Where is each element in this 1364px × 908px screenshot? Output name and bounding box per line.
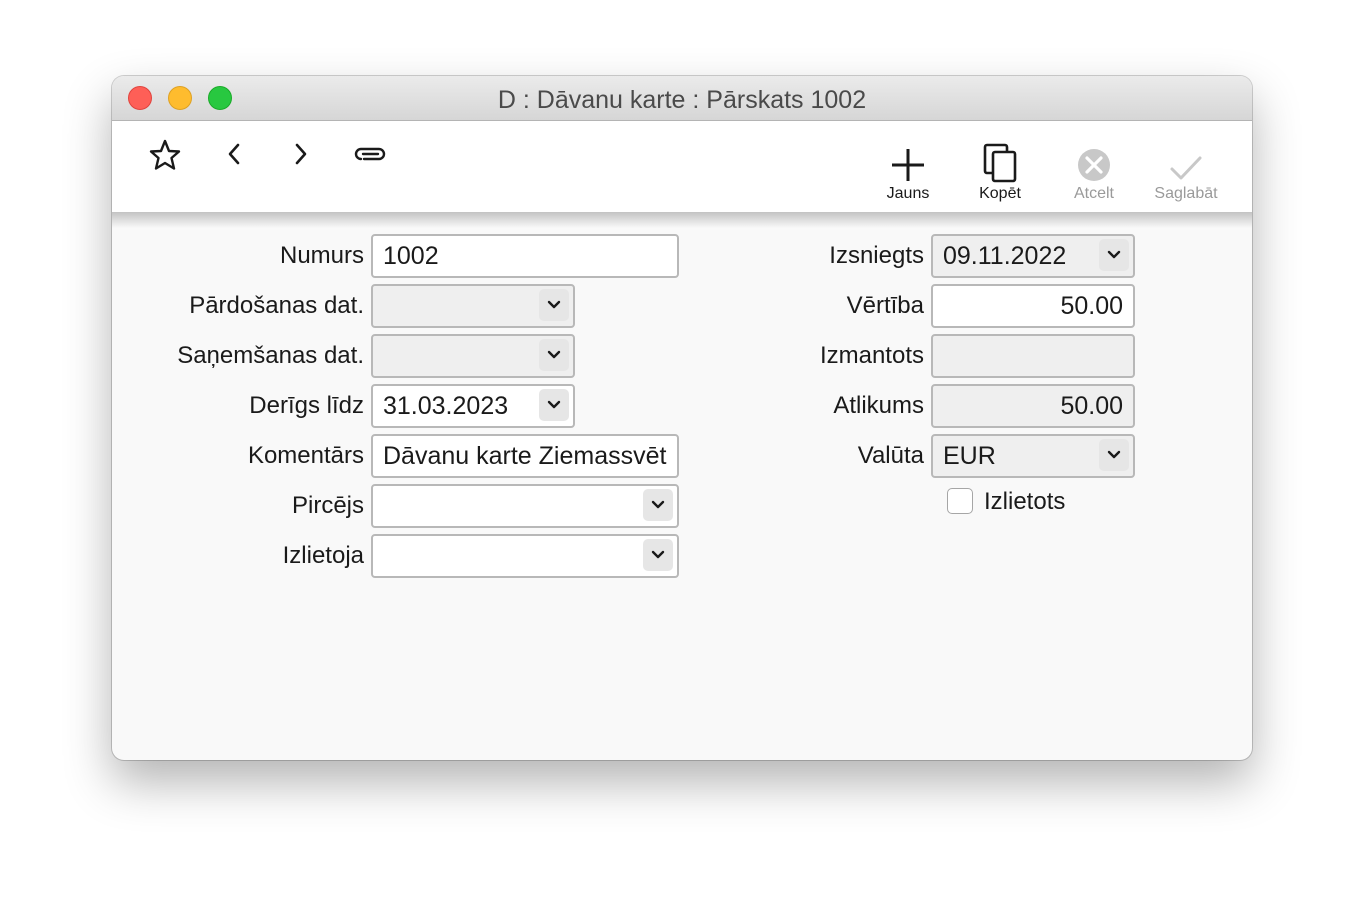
app-window: D : Dāvanu karte : Pārskats 1002 Jauns K… <box>112 76 1252 760</box>
plus-icon <box>868 141 948 183</box>
cancel-icon <box>1054 141 1134 183</box>
izsniegts-label: Izsniegts <box>829 242 924 269</box>
pircejs-label: Pircējs <box>291 492 364 519</box>
copy-button-label: Kopēt <box>979 185 1021 202</box>
chevron-down-icon[interactable] <box>539 339 569 371</box>
valuta-label: Valūta <box>857 442 924 469</box>
derigs-value: 31.03.2023 <box>383 392 509 420</box>
pircejs-select[interactable] <box>371 484 679 528</box>
valuta-value: EUR <box>943 442 996 470</box>
izmantots-label: Izmantots <box>819 342 924 369</box>
star-icon[interactable] <box>148 138 182 172</box>
new-button-label: Jauns <box>886 185 930 202</box>
toolbar-divider <box>112 212 1252 228</box>
atlikums-field: 50.00 <box>931 384 1135 428</box>
cancel-button-label: Atcelt <box>1073 185 1114 202</box>
chevron-down-icon[interactable] <box>643 489 673 521</box>
save-button-label: Saglabāt <box>1154 185 1218 202</box>
atlikums-label: Atlikums <box>833 392 924 419</box>
vertiba-label: Vērtība <box>846 292 924 319</box>
sanemsanas-date-picker[interactable] <box>371 334 575 378</box>
chevron-down-icon[interactable] <box>643 539 673 571</box>
paperclip-icon[interactable] <box>352 143 388 165</box>
new-button[interactable]: Jauns <box>868 141 948 203</box>
chevron-down-icon[interactable] <box>1099 439 1129 471</box>
komentars-field[interactable]: Dāvanu karte Ziemassvēt <box>371 434 679 478</box>
title-bar: D : Dāvanu karte : Pārskats 1002 <box>112 76 1252 121</box>
chevron-right-icon[interactable] <box>289 141 313 167</box>
izlietoja-label: Izlietoja <box>282 542 364 569</box>
izlietots-checkbox[interactable] <box>947 488 973 514</box>
chevron-left-icon[interactable] <box>222 141 246 167</box>
sanemsanas-label: Saņemšanas dat. <box>177 342 364 369</box>
chevron-down-icon[interactable] <box>539 289 569 321</box>
toolbar: Jauns Kopēt Atcelt Saglabāt <box>112 121 1252 212</box>
izmantots-field <box>931 334 1135 378</box>
numurs-label: Numurs <box>279 242 364 269</box>
valuta-select[interactable]: EUR <box>931 434 1135 478</box>
copy-icon <box>960 141 1040 183</box>
izlietots-label: Izlietots <box>984 488 1066 515</box>
derigs-label: Derīgs līdz <box>249 392 364 419</box>
window-title: D : Dāvanu karte : Pārskats 1002 <box>497 86 867 114</box>
pardosanas-date-picker[interactable] <box>371 284 575 328</box>
vertiba-field[interactable]: 50.00 <box>931 284 1135 328</box>
pardosanas-label: Pārdošanas dat. <box>189 292 364 319</box>
chevron-down-icon[interactable] <box>1099 239 1129 271</box>
derigs-date-picker[interactable]: 31.03.2023 <box>371 384 575 428</box>
copy-button[interactable]: Kopēt <box>960 141 1040 203</box>
izsniegts-value: 09.11.2022 <box>943 242 1067 270</box>
checkmark-icon <box>1146 141 1226 183</box>
numurs-field[interactable]: 1002 <box>371 234 679 278</box>
cancel-button[interactable]: Atcelt <box>1054 141 1134 203</box>
save-button[interactable]: Saglabāt <box>1146 141 1226 203</box>
izsniegts-date-picker[interactable]: 09.11.2022 <box>931 234 1135 278</box>
komentars-label: Komentārs <box>247 442 364 469</box>
izlietoja-select[interactable] <box>371 534 679 578</box>
chevron-down-icon[interactable] <box>539 389 569 421</box>
